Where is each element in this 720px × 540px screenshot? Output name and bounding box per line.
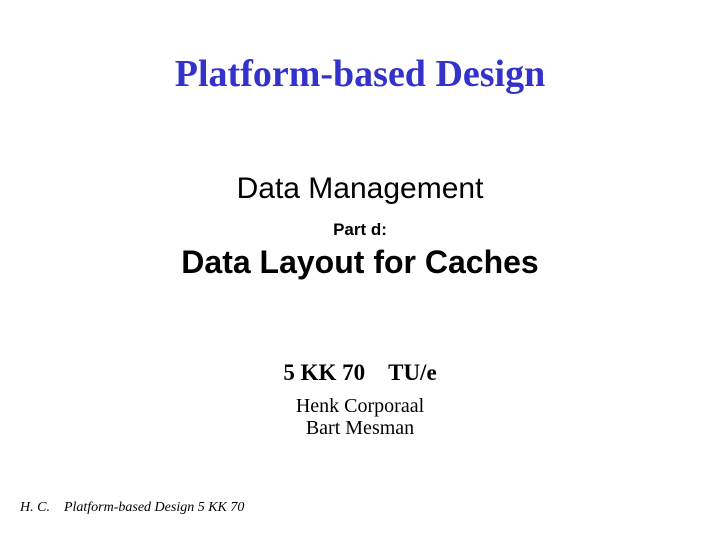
- slide-part-label: Part d:: [0, 220, 720, 240]
- slide-footer: H. C. Platform-based Design 5 KK 70: [20, 500, 244, 516]
- author-line-2: Bart Mesman: [0, 417, 720, 440]
- author-line-1: Henk Corporaal: [0, 395, 720, 418]
- slide-subtitle-1: Data Management: [0, 172, 720, 206]
- slide-title: Platform-based Design: [0, 52, 720, 96]
- slide-subtitle-2: Data Layout for Caches: [0, 244, 720, 281]
- course-code: 5 KK 70 TU/e: [0, 360, 720, 386]
- slide-container: Platform-based Design Data Management Pa…: [0, 0, 720, 540]
